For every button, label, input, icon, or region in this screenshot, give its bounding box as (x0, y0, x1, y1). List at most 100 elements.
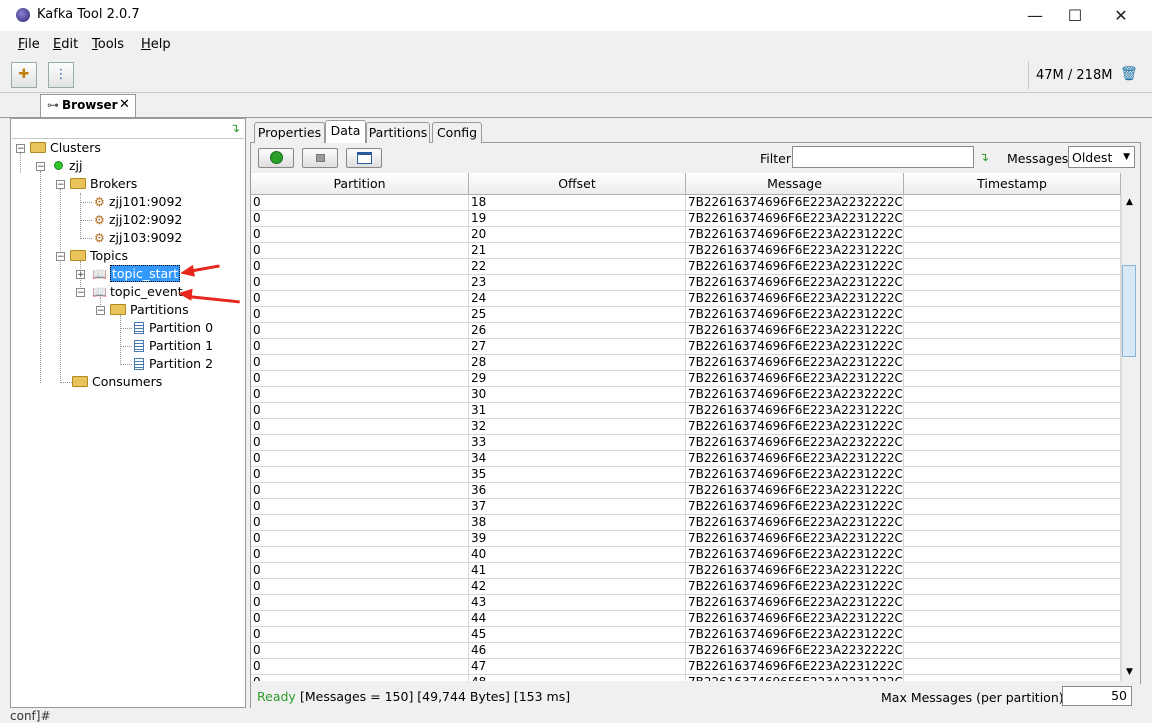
menu-tools[interactable]: Tools (92, 37, 124, 52)
expand-brokers-toggle[interactable]: − (56, 180, 65, 190)
table-row[interactable]: 0 18 7B22616374696F6E223A2232222C... (251, 195, 1121, 211)
table-row[interactable]: 0 28 7B22616374696F6E223A2231222C... (251, 355, 1121, 371)
expand-topic-event-toggle[interactable]: − (76, 288, 85, 298)
table-row[interactable]: 0 21 7B22616374696F6E223A2231222C... (251, 243, 1121, 259)
table-row[interactable]: 0 24 7B22616374696F6E223A2231222C... (251, 291, 1121, 307)
cell-partition: 0 (251, 291, 469, 307)
cell-partition: 0 (251, 259, 469, 275)
tree-node-partition[interactable]: Partition 0 (134, 319, 213, 337)
tree-node-topics[interactable]: Topics (70, 247, 128, 265)
table-row[interactable]: 0 31 7B22616374696F6E223A2231222C... (251, 403, 1121, 419)
table-row[interactable]: 0 22 7B22616374696F6E223A2231222C... (251, 259, 1121, 275)
expand-clusters-toggle[interactable]: − (16, 144, 25, 154)
table-row[interactable]: 0 42 7B22616374696F6E223A2231222C... (251, 579, 1121, 595)
cell-offset: 19 (469, 211, 686, 227)
memory-usage: 47M / 218M (1036, 68, 1113, 83)
scrollbar-thumb[interactable] (1122, 265, 1136, 357)
table-row[interactable]: 0 26 7B22616374696F6E223A2231222C... (251, 323, 1121, 339)
tree-node-partition[interactable]: Partition 1 (134, 337, 213, 355)
table-row[interactable]: 0 29 7B22616374696F6E223A2231222C... (251, 371, 1121, 387)
table-row[interactable]: 0 39 7B22616374696F6E223A2231222C... (251, 531, 1121, 547)
expand-partitions-toggle[interactable]: − (96, 306, 105, 316)
max-messages-input[interactable]: 50 (1062, 686, 1132, 706)
expand-topics-toggle[interactable]: − (56, 252, 65, 262)
tree-node-broker[interactable]: ⚙ zjj102:9092 (94, 211, 182, 229)
tab-data[interactable]: Data (325, 120, 366, 143)
tab-browser[interactable]: ⊶ Browser ✕ (40, 94, 136, 117)
tree-node-topic-event[interactable]: 📖 topic_event (92, 283, 183, 301)
cell-timestamp (904, 275, 1121, 291)
close-button[interactable]: ✕ (1098, 0, 1144, 31)
folder-icon (72, 376, 88, 387)
cell-offset: 29 (469, 371, 686, 387)
table-row[interactable]: 0 43 7B22616374696F6E223A2231222C... (251, 595, 1121, 611)
cell-partition: 0 (251, 531, 469, 547)
folder-open-icon (70, 178, 86, 189)
menu-help[interactable]: Help (141, 37, 171, 52)
table-row[interactable]: 0 47 7B22616374696F6E223A2231222C... (251, 659, 1121, 675)
table-row[interactable]: 0 19 7B22616374696F6E223A2231222C... (251, 211, 1121, 227)
column-header-partition[interactable]: Partition (251, 173, 469, 194)
table-row[interactable]: 0487B22616374696F6E223A2231222C... (251, 675, 1121, 681)
tree-node-topic-start[interactable]: 📖 topic_start (92, 265, 181, 283)
menu-file[interactable]: File (18, 37, 40, 52)
cell-partition: 0 (251, 195, 469, 211)
table-row[interactable]: 0 23 7B22616374696F6E223A2231222C... (251, 275, 1121, 291)
table-row[interactable]: 0 32 7B22616374696F6E223A2231222C... (251, 419, 1121, 435)
table-row[interactable]: 0 36 7B22616374696F6E223A2231222C... (251, 483, 1121, 499)
browser-tab-close-icon[interactable]: ✕ (119, 97, 130, 112)
trash-icon[interactable]: 🗑 (1120, 66, 1138, 82)
filter-input[interactable] (792, 146, 974, 168)
tree-node-consumers[interactable]: Consumers (72, 373, 162, 391)
table-row[interactable]: 0 45 7B22616374696F6E223A2231222C... (251, 627, 1121, 643)
table-row[interactable]: 0 44 7B22616374696F6E223A2231222C... (251, 611, 1121, 627)
tree-node-cluster-zjj[interactable]: zjj (54, 157, 83, 175)
tree-node-partition[interactable]: Partition 2 (134, 355, 213, 373)
tree-node-clusters[interactable]: Clusters (30, 139, 101, 157)
tree-view-button[interactable]: ⋮ (48, 62, 74, 88)
table-row[interactable]: 0 37 7B22616374696F6E223A2231222C... (251, 499, 1121, 515)
expand-cluster-toggle[interactable]: − (36, 162, 45, 172)
cell-offset: 34 (469, 451, 686, 467)
scroll-up-icon[interactable]: ▲ (1121, 194, 1138, 211)
column-header-offset[interactable]: Offset (469, 173, 686, 194)
cell-timestamp (904, 451, 1121, 467)
messages-order-select[interactable]: Oldest ▼ (1068, 146, 1135, 168)
tree-line (80, 220, 92, 221)
table-row[interactable]: 0 34 7B22616374696F6E223A2231222C... (251, 451, 1121, 467)
table-row[interactable]: 0 33 7B22616374696F6E223A2232222C... (251, 435, 1121, 451)
table-row[interactable]: 0 20 7B22616374696F6E223A2231222C... (251, 227, 1121, 243)
tab-config[interactable]: Config (432, 122, 482, 143)
tab-properties[interactable]: Properties (254, 122, 325, 143)
cell-offset: 36 (469, 483, 686, 499)
add-cluster-button[interactable]: ✚ (11, 62, 37, 88)
table-row[interactable]: 0 38 7B22616374696F6E223A2231222C... (251, 515, 1121, 531)
table-row[interactable]: 0 25 7B22616374696F6E223A2231222C... (251, 307, 1121, 323)
play-button[interactable] (258, 148, 294, 168)
table-row[interactable]: 0 41 7B22616374696F6E223A2231222C... (251, 563, 1121, 579)
table-row[interactable]: 0 27 7B22616374696F6E223A2231222C... (251, 339, 1121, 355)
collapse-arrow-icon[interactable]: ↴ (230, 121, 240, 135)
partition-grid-icon (134, 340, 144, 352)
column-header-timestamp[interactable]: Timestamp (904, 173, 1121, 194)
maximize-button[interactable]: ☐ (1052, 0, 1098, 31)
cell-message: 7B22616374696F6E223A2232222C... (688, 387, 904, 403)
add-cluster-icon: ✚ (18, 67, 30, 82)
table-row[interactable]: 0 30 7B22616374696F6E223A2232222C... (251, 387, 1121, 403)
tree-node-broker[interactable]: ⚙ zjj103:9092 (94, 229, 182, 247)
table-row[interactable]: 0 40 7B22616374696F6E223A2231222C... (251, 547, 1121, 563)
table-row[interactable]: 0 35 7B22616374696F6E223A2231222C... (251, 467, 1121, 483)
filter-apply-icon[interactable]: ↴ (979, 150, 989, 164)
menu-tools-label: ools (97, 37, 125, 52)
scroll-down-icon[interactable]: ▼ (1121, 664, 1138, 681)
tree-node-broker[interactable]: ⚙ zjj101:9092 (94, 193, 182, 211)
column-header-message[interactable]: Message (686, 173, 904, 194)
tree-node-partitions[interactable]: Partitions (110, 301, 189, 319)
menu-edit[interactable]: Edit (53, 37, 78, 52)
expand-topic-start-toggle[interactable]: + (76, 270, 85, 280)
view-options-button[interactable] (346, 148, 382, 168)
table-row[interactable]: 0 46 7B22616374696F6E223A2232222C... (251, 643, 1121, 659)
stop-button[interactable] (302, 148, 338, 168)
tree-node-brokers[interactable]: Brokers (70, 175, 137, 193)
tab-partitions[interactable]: Partitions (366, 122, 430, 143)
